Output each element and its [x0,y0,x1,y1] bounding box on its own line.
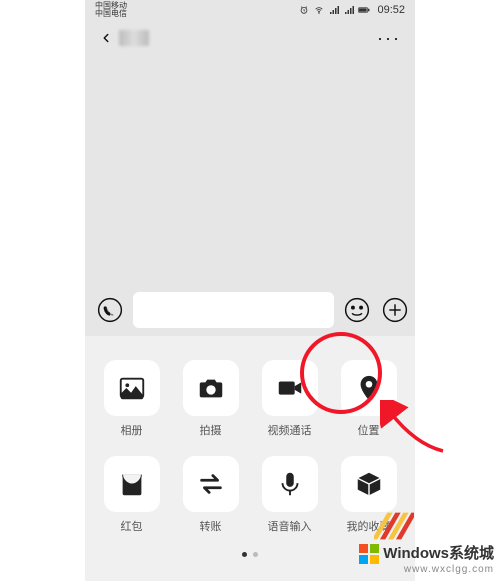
attachment-video-call[interactable]: 视频通话 [257,360,322,438]
box-icon [354,469,384,499]
wifi-icon [313,5,325,15]
attachment-label: 红包 [121,518,143,534]
status-right: 09:52 [298,4,405,16]
attachment-transfer[interactable]: 转账 [178,456,243,534]
page-dot [253,552,258,557]
location-pin-icon [354,373,384,403]
page-indicator [99,552,401,557]
voice-wave-icon [97,297,123,323]
phone-frame: 中国移动 中国电信 09:52 ··· [85,0,415,581]
attachment-favorites[interactable]: 我的收藏 [336,456,401,534]
plus-icon [382,297,408,323]
attachment-label: 视频通话 [268,422,312,438]
status-carrier: 中国移动 中国电信 [95,2,127,18]
attachment-camera[interactable]: 拍摄 [178,360,243,438]
attachment-panel: 相册 拍摄 视频通话 位置 [85,336,415,581]
chat-title-redacted [119,30,149,46]
attachment-label: 位置 [358,422,380,438]
attachment-label: 相册 [121,422,143,438]
camera-icon [196,373,226,403]
envelope-icon [117,469,147,499]
attachment-location[interactable]: 位置 [336,360,401,438]
more-button[interactable]: ··· [377,28,401,49]
voice-toggle-button[interactable] [95,295,125,325]
video-icon [275,373,305,403]
input-bar [85,284,415,336]
emoji-button[interactable] [342,295,372,325]
attachment-voice-input[interactable]: 语音输入 [257,456,322,534]
message-input[interactable] [133,292,334,328]
plus-button[interactable] [380,295,410,325]
status-bar: 中国移动 中国电信 09:52 [85,0,415,18]
back-icon[interactable] [99,31,113,45]
chat-top-bar: ··· [85,18,415,58]
signal1-icon [328,5,340,15]
attachment-label: 语音输入 [268,518,312,534]
status-time: 09:52 [377,4,405,16]
signal2-icon [343,5,355,15]
attachment-album[interactable]: 相册 [99,360,164,438]
attachment-label: 转账 [200,518,222,534]
attachment-grid: 相册 拍摄 视频通话 位置 [99,360,401,534]
attachment-label: 拍摄 [200,422,222,438]
alarm-icon [298,5,310,15]
battery-icon [358,5,370,15]
chat-messages-area[interactable] [85,58,415,284]
carrier-2: 中国电信 [95,10,127,18]
image-icon [117,373,147,403]
transfer-icon [196,469,226,499]
attachment-label: 我的收藏 [347,518,391,534]
attachment-red-packet[interactable]: 红包 [99,456,164,534]
mic-icon [275,469,305,499]
page-dot-active [242,552,247,557]
smiley-icon [344,297,370,323]
